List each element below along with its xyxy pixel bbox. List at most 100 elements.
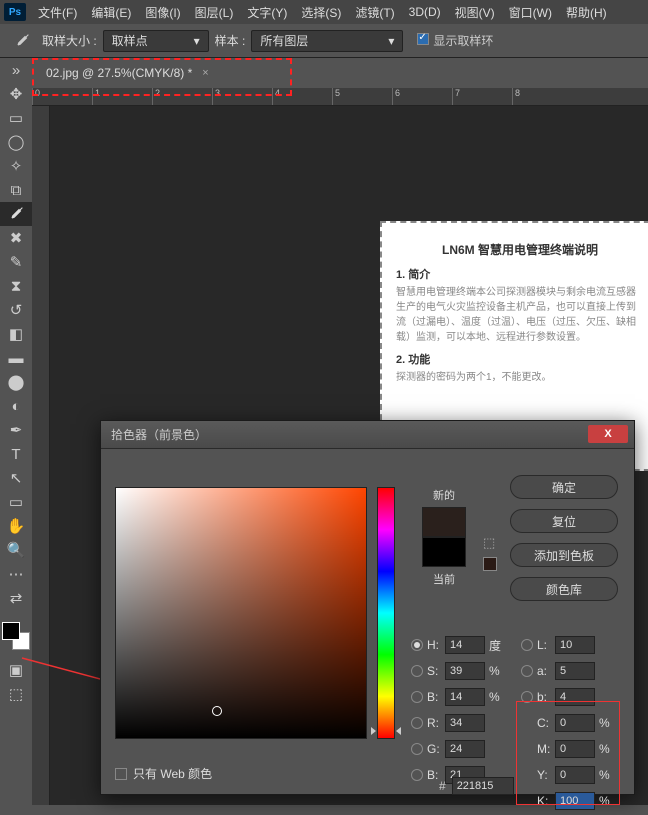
hue-slider-thumb[interactable] [373, 727, 399, 735]
input-c[interactable] [555, 714, 595, 732]
color-swatches[interactable] [0, 618, 32, 658]
lasso-tool[interactable]: ◯ [0, 130, 32, 154]
sample-combo[interactable]: 所有图层▾ [251, 30, 403, 52]
menu-file[interactable]: 文件(F) [38, 4, 77, 21]
color-preview: 新的 当前 [415, 487, 473, 591]
menu-bar: Ps 文件(F) 编辑(E) 图像(I) 图层(L) 文字(Y) 选择(S) 滤… [0, 0, 648, 24]
ok-button[interactable]: 确定 [510, 475, 618, 499]
document-tab[interactable]: 02.jpg @ 27.5%(CMYK/8) * × [32, 61, 219, 85]
brush-tool[interactable]: ✎ [0, 250, 32, 274]
show-ring-checkbox[interactable]: 显示取样环 [417, 32, 493, 49]
eraser-tool[interactable]: ◧ [0, 322, 32, 346]
expand-icon[interactable]: » [0, 58, 32, 82]
dodge-tool[interactable]: ◐ [0, 394, 32, 418]
doc-heading-2: 2. 功能 [396, 351, 644, 367]
radio-g[interactable] [411, 743, 423, 755]
radio-l[interactable] [521, 639, 533, 651]
input-y[interactable] [555, 766, 595, 784]
foreground-swatch[interactable] [2, 622, 20, 640]
shape-tool[interactable]: ▭ [0, 490, 32, 514]
radio-r[interactable] [411, 717, 423, 729]
ruler-horizontal: 012345678 [32, 88, 648, 106]
doc-para-1: 智慧用电管理终端本公司探测器模块与剩余电流互感器生产的电气火灾监控设备主机产品，… [396, 285, 644, 345]
doc-para-2: 探测器的密码为两个1，不能更改。 [396, 370, 644, 385]
input-b2[interactable] [555, 688, 595, 706]
doc-title: LN6M 智慧用电管理终端说明 [396, 241, 644, 258]
reset-button[interactable]: 复位 [510, 509, 618, 533]
picker-close-button[interactable]: X [588, 425, 628, 443]
menu-type[interactable]: 文字(Y) [247, 4, 287, 21]
radio-h[interactable] [411, 639, 423, 651]
saturation-value-field[interactable] [115, 487, 367, 739]
move-tool[interactable]: ✥ [0, 82, 32, 106]
menu-layer[interactable]: 图层(L) [195, 4, 234, 21]
picker-titlebar[interactable]: 拾色器（前景色） X [101, 421, 634, 449]
eyedropper-icon [8, 27, 36, 55]
radio-b[interactable] [411, 691, 423, 703]
input-s[interactable] [445, 662, 485, 680]
add-swatch-button[interactable]: 添加到色板 [510, 543, 618, 567]
color-libraries-button[interactable]: 颜色库 [510, 577, 618, 601]
hex-row: # [439, 777, 514, 795]
history-brush-tool[interactable]: ↺ [0, 298, 32, 322]
radio-s[interactable] [411, 665, 423, 677]
input-bv[interactable] [445, 688, 485, 706]
sample-size-label: 取样大小 : [42, 32, 97, 49]
input-l[interactable] [555, 636, 595, 654]
input-g[interactable] [445, 740, 485, 758]
sample-label: 样本 : [215, 32, 246, 49]
radio-b2[interactable] [521, 691, 533, 703]
radio-a[interactable] [521, 665, 533, 677]
color-picker-dialog: 拾色器（前景色） X 新的 当前 ⬚ 确定 复位 添加到色板 颜色库 H:度 S… [100, 420, 635, 795]
menu-3d[interactable]: 3D(D) [409, 5, 441, 19]
input-hex[interactable] [452, 777, 514, 795]
tab-label: 02.jpg @ 27.5%(CMYK/8) * [46, 66, 192, 80]
nearest-swatch[interactable] [483, 557, 497, 571]
zoom-tool[interactable]: 🔍 [0, 538, 32, 562]
gradient-tool[interactable]: ▬ [0, 346, 32, 370]
input-h[interactable] [445, 636, 485, 654]
heal-tool[interactable]: ✖ [0, 226, 32, 250]
preview-current-label: 当前 [415, 571, 473, 587]
menu-select[interactable]: 选择(S) [301, 4, 341, 21]
crop-tool[interactable]: ⧉ [0, 178, 32, 202]
hue-slider[interactable] [377, 487, 395, 739]
sample-size-combo[interactable]: 取样点▾ [103, 30, 209, 52]
pen-tool[interactable]: ✒ [0, 418, 32, 442]
hand-tool[interactable]: ✋ [0, 514, 32, 538]
options-bar: 取样大小 : 取样点▾ 样本 : 所有图层▾ 显示取样环 [0, 24, 648, 58]
cube-icon[interactable]: ⬚ [483, 535, 495, 551]
tab-close-icon[interactable]: × [202, 67, 208, 79]
toolbox: » ✥ ▭ ◯ ✧ ⧉ ✖ ✎ ⧗ ↺ ◧ ▬ ⬤ ◐ ✒ T ↖ ▭ ✋ 🔍 … [0, 58, 32, 706]
picker-title-text: 拾色器（前景色） [111, 426, 207, 443]
stamp-tool[interactable]: ⧗ [0, 274, 32, 298]
doc-heading-1: 1. 简介 [396, 266, 644, 282]
ruler-vertical [32, 106, 50, 805]
type-tool[interactable]: T [0, 442, 32, 466]
input-r[interactable] [445, 714, 485, 732]
menu-edit[interactable]: 编辑(E) [91, 4, 131, 21]
preview-current-swatch [422, 537, 466, 567]
menu-filter[interactable]: 滤镜(T) [355, 4, 394, 21]
menu-view[interactable]: 视图(V) [455, 4, 495, 21]
app-logo: Ps [4, 3, 26, 21]
wand-tool[interactable]: ✧ [0, 154, 32, 178]
preview-new-label: 新的 [415, 487, 473, 503]
blur-tool[interactable]: ⬤ [0, 370, 32, 394]
marquee-tool[interactable]: ▭ [0, 106, 32, 130]
eyedropper-tool[interactable] [0, 202, 32, 226]
more-icon[interactable]: ⋯ [0, 562, 32, 586]
quickmask-tool[interactable]: ▣ [0, 658, 32, 682]
swap-icon[interactable]: ⇄ [0, 586, 32, 610]
menu-image[interactable]: 图像(I) [145, 4, 180, 21]
radio-bb[interactable] [411, 769, 423, 781]
web-only-checkbox[interactable]: 只有 Web 颜色 [115, 765, 212, 782]
hash-label: # [439, 779, 446, 793]
menu-help[interactable]: 帮助(H) [566, 4, 607, 21]
path-tool[interactable]: ↖ [0, 466, 32, 490]
screenmode-tool[interactable]: ⬚ [0, 682, 32, 706]
input-k[interactable] [555, 792, 595, 810]
input-a[interactable] [555, 662, 595, 680]
menu-window[interactable]: 窗口(W) [509, 4, 552, 21]
input-m[interactable] [555, 740, 595, 758]
